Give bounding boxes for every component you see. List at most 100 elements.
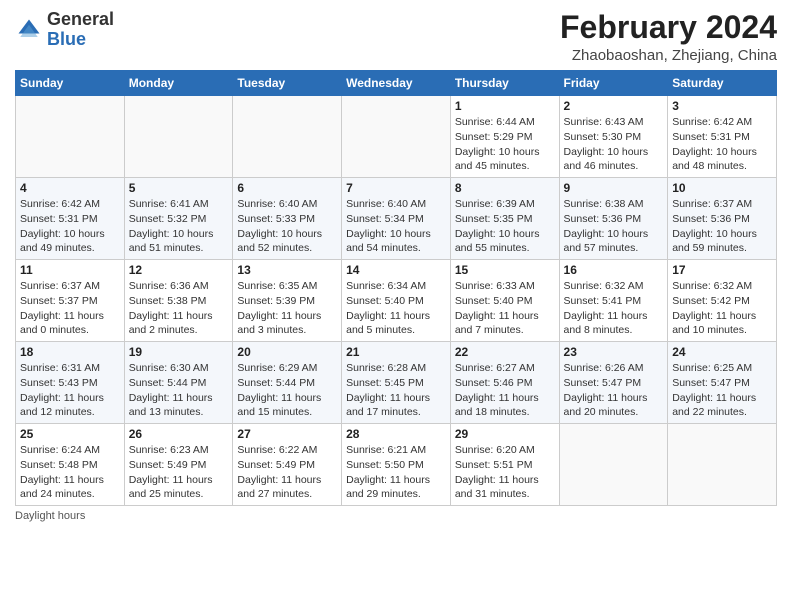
day-header-thursday: Thursday bbox=[450, 71, 559, 96]
day-info: Sunrise: 6:38 AMSunset: 5:36 PMDaylight:… bbox=[564, 197, 664, 256]
day-number: 19 bbox=[129, 345, 229, 359]
day-info: Sunrise: 6:37 AMSunset: 5:36 PMDaylight:… bbox=[672, 197, 772, 256]
day-number: 28 bbox=[346, 427, 446, 441]
day-number: 16 bbox=[564, 263, 664, 277]
calendar-cell: 5 Sunrise: 6:41 AMSunset: 5:32 PMDaylight… bbox=[124, 178, 233, 260]
day-number: 17 bbox=[672, 263, 772, 277]
calendar-cell bbox=[342, 96, 451, 178]
day-number: 15 bbox=[455, 263, 555, 277]
week-row-5: 25 Sunrise: 6:24 AMSunset: 5:48 PMDayligh… bbox=[16, 424, 777, 506]
day-info: Sunrise: 6:41 AMSunset: 5:32 PMDaylight:… bbox=[129, 197, 229, 256]
day-number: 10 bbox=[672, 181, 772, 195]
calendar-cell: 20 Sunrise: 6:29 AMSunset: 5:44 PMDayligh… bbox=[233, 342, 342, 424]
day-number: 20 bbox=[237, 345, 337, 359]
calendar-cell: 3 Sunrise: 6:42 AMSunset: 5:31 PMDaylight… bbox=[668, 96, 777, 178]
calendar-cell: 6 Sunrise: 6:40 AMSunset: 5:33 PMDaylight… bbox=[233, 178, 342, 260]
calendar-cell: 4 Sunrise: 6:42 AMSunset: 5:31 PMDaylight… bbox=[16, 178, 125, 260]
day-number: 25 bbox=[20, 427, 120, 441]
day-info: Sunrise: 6:35 AMSunset: 5:39 PMDaylight:… bbox=[237, 279, 337, 338]
day-header-wednesday: Wednesday bbox=[342, 71, 451, 96]
week-row-1: 1 Sunrise: 6:44 AMSunset: 5:29 PMDaylight… bbox=[16, 96, 777, 178]
day-number: 23 bbox=[564, 345, 664, 359]
calendar-cell: 1 Sunrise: 6:44 AMSunset: 5:29 PMDaylight… bbox=[450, 96, 559, 178]
day-number: 3 bbox=[672, 99, 772, 113]
day-number: 8 bbox=[455, 181, 555, 195]
day-info: Sunrise: 6:32 AMSunset: 5:41 PMDaylight:… bbox=[564, 279, 664, 338]
day-number: 1 bbox=[455, 99, 555, 113]
calendar-cell: 24 Sunrise: 6:25 AMSunset: 5:47 PMDayligh… bbox=[668, 342, 777, 424]
logo-general: General bbox=[47, 9, 114, 29]
calendar-cell: 12 Sunrise: 6:36 AMSunset: 5:38 PMDayligh… bbox=[124, 260, 233, 342]
footer: Daylight hours bbox=[15, 510, 777, 522]
day-info: Sunrise: 6:40 AMSunset: 5:33 PMDaylight:… bbox=[237, 197, 337, 256]
day-number: 29 bbox=[455, 427, 555, 441]
calendar: SundayMondayTuesdayWednesdayThursdayFrid… bbox=[15, 70, 777, 506]
day-number: 7 bbox=[346, 181, 446, 195]
day-info: Sunrise: 6:25 AMSunset: 5:47 PMDaylight:… bbox=[672, 361, 772, 420]
day-info: Sunrise: 6:43 AMSunset: 5:30 PMDaylight:… bbox=[564, 115, 664, 174]
calendar-cell bbox=[233, 96, 342, 178]
logo-blue: Blue bbox=[47, 29, 86, 49]
day-info: Sunrise: 6:29 AMSunset: 5:44 PMDaylight:… bbox=[237, 361, 337, 420]
calendar-cell: 2 Sunrise: 6:43 AMSunset: 5:30 PMDaylight… bbox=[559, 96, 668, 178]
daylight-label: Daylight hours bbox=[15, 510, 85, 522]
day-number: 2 bbox=[564, 99, 664, 113]
day-header-tuesday: Tuesday bbox=[233, 71, 342, 96]
day-info: Sunrise: 6:23 AMSunset: 5:49 PMDaylight:… bbox=[129, 443, 229, 502]
day-info: Sunrise: 6:32 AMSunset: 5:42 PMDaylight:… bbox=[672, 279, 772, 338]
day-info: Sunrise: 6:20 AMSunset: 5:51 PMDaylight:… bbox=[455, 443, 555, 502]
calendar-cell: 27Sunrise: 6:22 AMSunset: 5:49 PMDayligh… bbox=[233, 424, 342, 506]
calendar-cell: 19 Sunrise: 6:30 AMSunset: 5:44 PMDayligh… bbox=[124, 342, 233, 424]
calendar-cell: 9Sunrise: 6:38 AMSunset: 5:36 PMDaylight… bbox=[559, 178, 668, 260]
calendar-cell: 13 Sunrise: 6:35 AMSunset: 5:39 PMDayligh… bbox=[233, 260, 342, 342]
day-info: Sunrise: 6:26 AMSunset: 5:47 PMDaylight:… bbox=[564, 361, 664, 420]
day-info: Sunrise: 6:31 AMSunset: 5:43 PMDaylight:… bbox=[20, 361, 120, 420]
calendar-cell bbox=[559, 424, 668, 506]
calendar-cell: 16 Sunrise: 6:32 AMSunset: 5:41 PMDayligh… bbox=[559, 260, 668, 342]
location: Zhaobaoshan, Zhejiang, China bbox=[560, 47, 777, 64]
day-number: 6 bbox=[237, 181, 337, 195]
day-info: Sunrise: 6:22 AMSunset: 5:49 PMDaylight:… bbox=[237, 443, 337, 502]
week-row-4: 18 Sunrise: 6:31 AMSunset: 5:43 PMDayligh… bbox=[16, 342, 777, 424]
calendar-header-row: SundayMondayTuesdayWednesdayThursdayFrid… bbox=[16, 71, 777, 96]
calendar-cell: 28 Sunrise: 6:21 AMSunset: 5:50 PMDayligh… bbox=[342, 424, 451, 506]
calendar-cell bbox=[668, 424, 777, 506]
day-info: Sunrise: 6:34 AMSunset: 5:40 PMDaylight:… bbox=[346, 279, 446, 338]
logo: General Blue bbox=[15, 10, 114, 50]
day-info: Sunrise: 6:42 AMSunset: 5:31 PMDaylight:… bbox=[672, 115, 772, 174]
day-info: Sunrise: 6:39 AMSunset: 5:35 PMDaylight:… bbox=[455, 197, 555, 256]
calendar-cell: 8 Sunrise: 6:39 AMSunset: 5:35 PMDaylight… bbox=[450, 178, 559, 260]
week-row-2: 4 Sunrise: 6:42 AMSunset: 5:31 PMDaylight… bbox=[16, 178, 777, 260]
day-number: 4 bbox=[20, 181, 120, 195]
day-number: 21 bbox=[346, 345, 446, 359]
day-number: 5 bbox=[129, 181, 229, 195]
day-info: Sunrise: 6:42 AMSunset: 5:31 PMDaylight:… bbox=[20, 197, 120, 256]
logo-icon bbox=[15, 16, 43, 44]
calendar-cell: 10 Sunrise: 6:37 AMSunset: 5:36 PMDayligh… bbox=[668, 178, 777, 260]
day-info: Sunrise: 6:36 AMSunset: 5:38 PMDaylight:… bbox=[129, 279, 229, 338]
day-info: Sunrise: 6:30 AMSunset: 5:44 PMDaylight:… bbox=[129, 361, 229, 420]
day-info: Sunrise: 6:37 AMSunset: 5:37 PMDaylight:… bbox=[20, 279, 120, 338]
day-header-saturday: Saturday bbox=[668, 71, 777, 96]
calendar-cell: 23 Sunrise: 6:26 AMSunset: 5:47 PMDayligh… bbox=[559, 342, 668, 424]
day-info: Sunrise: 6:21 AMSunset: 5:50 PMDaylight:… bbox=[346, 443, 446, 502]
day-info: Sunrise: 6:40 AMSunset: 5:34 PMDaylight:… bbox=[346, 197, 446, 256]
calendar-cell: 15Sunrise: 6:33 AMSunset: 5:40 PMDayligh… bbox=[450, 260, 559, 342]
day-number: 18 bbox=[20, 345, 120, 359]
day-number: 11 bbox=[20, 263, 120, 277]
calendar-cell: 25 Sunrise: 6:24 AMSunset: 5:48 PMDayligh… bbox=[16, 424, 125, 506]
calendar-cell: 14 Sunrise: 6:34 AMSunset: 5:40 PMDayligh… bbox=[342, 260, 451, 342]
calendar-cell bbox=[124, 96, 233, 178]
day-number: 24 bbox=[672, 345, 772, 359]
day-info: Sunrise: 6:24 AMSunset: 5:48 PMDaylight:… bbox=[20, 443, 120, 502]
calendar-cell: 11 Sunrise: 6:37 AMSunset: 5:37 PMDayligh… bbox=[16, 260, 125, 342]
day-number: 13 bbox=[237, 263, 337, 277]
calendar-cell: 7 Sunrise: 6:40 AMSunset: 5:34 PMDaylight… bbox=[342, 178, 451, 260]
day-number: 26 bbox=[129, 427, 229, 441]
day-number: 14 bbox=[346, 263, 446, 277]
calendar-cell: 18 Sunrise: 6:31 AMSunset: 5:43 PMDayligh… bbox=[16, 342, 125, 424]
calendar-cell: 17 Sunrise: 6:32 AMSunset: 5:42 PMDayligh… bbox=[668, 260, 777, 342]
header: General Blue February 2024 Zhaobaoshan, … bbox=[15, 10, 777, 64]
day-info: Sunrise: 6:44 AMSunset: 5:29 PMDaylight:… bbox=[455, 115, 555, 174]
day-number: 12 bbox=[129, 263, 229, 277]
